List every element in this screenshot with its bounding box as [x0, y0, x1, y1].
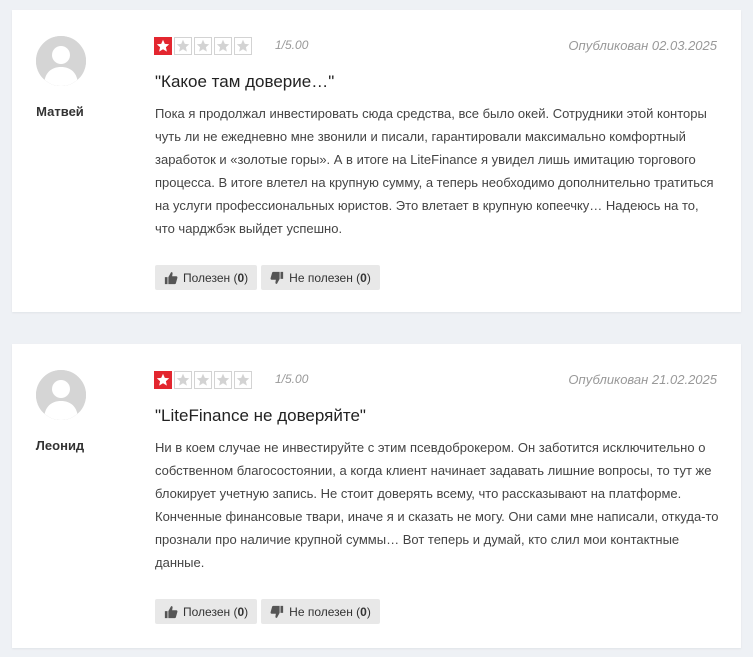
star-icon	[214, 37, 232, 55]
rating-score: 1/5.00	[275, 38, 309, 52]
not-helpful-count: 0	[360, 604, 367, 619]
user-silhouette-icon	[36, 36, 86, 86]
review-actions: Полезен (0) Не полезен (0)	[155, 265, 380, 290]
review-card: Леонид 1/5.00 Опубликован 21.02.2025 "Li…	[12, 344, 741, 648]
rating-stars	[154, 371, 252, 389]
rating-stars	[154, 37, 252, 55]
published-date: Опубликован 21.02.2025	[568, 372, 717, 387]
review-body: Ни в коем случае не инвестируйте с этим …	[155, 440, 719, 570]
star-icon	[214, 371, 232, 389]
not-helpful-count: 0	[360, 270, 367, 285]
star-icon	[234, 37, 252, 55]
helpful-button[interactable]: Полезен (0)	[155, 599, 258, 624]
review-title: "Какое там доверие…"	[155, 72, 335, 91]
avatar	[36, 36, 86, 86]
user-silhouette-icon	[36, 370, 86, 420]
helpful-count: 0	[237, 270, 245, 285]
not-helpful-button[interactable]: Не полезен (0)	[261, 599, 380, 624]
helpful-label: Полезен	[183, 270, 231, 285]
not-helpful-button[interactable]: Не полезен (0)	[261, 265, 380, 290]
avatar	[36, 370, 86, 420]
reviews-list: Матвей 1/5.00 Опубликован 02.03.2025 "Ка…	[0, 0, 753, 657]
review-title: "LiteFinance не доверяйте"	[155, 406, 366, 425]
star-icon	[194, 371, 212, 389]
not-helpful-label: Не полезен	[289, 270, 353, 285]
star-icon	[154, 37, 172, 55]
published-date: Опубликован 02.03.2025	[568, 38, 717, 53]
helpful-label: Полезен	[183, 604, 231, 619]
review-actions: Полезен (0) Не полезен (0)	[155, 599, 380, 624]
author-name: Матвей	[36, 104, 84, 119]
helpful-count: 0	[237, 604, 245, 619]
star-icon	[174, 371, 192, 389]
star-icon	[174, 37, 192, 55]
star-icon	[194, 37, 212, 55]
review-card: Матвей 1/5.00 Опубликован 02.03.2025 "Ка…	[12, 10, 741, 312]
rating-score: 1/5.00	[275, 372, 309, 386]
helpful-button[interactable]: Полезен (0)	[155, 265, 258, 290]
author-name: Леонид	[35, 438, 85, 453]
star-icon	[154, 371, 172, 389]
star-icon	[234, 371, 252, 389]
thumbs-up-icon	[164, 271, 178, 284]
thumbs-down-icon	[270, 605, 284, 618]
review-body: Пока я продолжал инвестировать сюда сред…	[155, 106, 714, 236]
thumbs-down-icon	[270, 271, 284, 284]
thumbs-up-icon	[164, 605, 178, 618]
not-helpful-label: Не полезен	[289, 604, 353, 619]
